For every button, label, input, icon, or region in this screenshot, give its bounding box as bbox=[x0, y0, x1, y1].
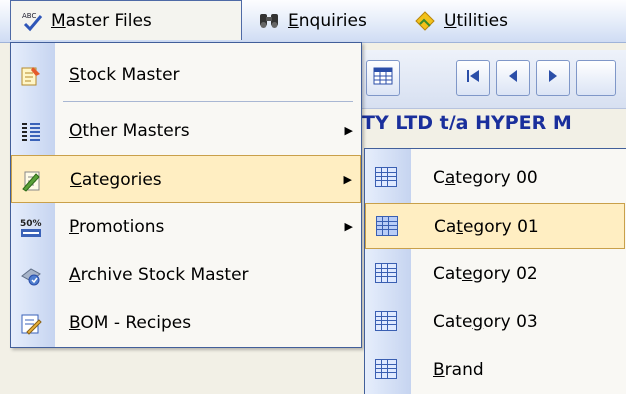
binoculars-icon bbox=[258, 10, 280, 32]
recipes-icon bbox=[19, 312, 43, 336]
menu-utilities[interactable]: Utilities bbox=[414, 0, 508, 42]
menu-item-label: Stock Master bbox=[69, 65, 180, 85]
submenu-item-label: Category 02 bbox=[433, 264, 538, 284]
menu-item-label: BOM - Recipes bbox=[69, 313, 192, 333]
menu-utilities-label: Utilities bbox=[444, 11, 508, 31]
submenu-item-label: Brand bbox=[433, 360, 484, 380]
submenu-item-category-03[interactable]: Category 03 bbox=[365, 299, 625, 345]
menu-item-other-masters[interactable]: Other Masters ▶ bbox=[11, 107, 361, 155]
background-company-title: TY LTD t/a HYPER M bbox=[362, 112, 572, 130]
menu-item-label: Other Masters bbox=[69, 121, 190, 141]
next-record-icon bbox=[545, 68, 561, 88]
grid-icon bbox=[375, 359, 397, 379]
grid-icon bbox=[375, 167, 397, 187]
grid-icon bbox=[375, 311, 397, 331]
last-record-button[interactable] bbox=[576, 60, 616, 96]
calendar-button[interactable] bbox=[366, 60, 400, 96]
stock-master-icon bbox=[19, 64, 43, 88]
master-files-dropdown: Stock Master Other Masters ▶ Categories … bbox=[10, 42, 362, 348]
svg-text:ABC: ABC bbox=[22, 12, 36, 20]
menu-item-label: Archive Stock Master bbox=[69, 265, 249, 285]
spell-check-icon: ABC bbox=[21, 10, 43, 32]
menu-enquiries-label: Enquiries bbox=[288, 11, 367, 31]
menu-item-promotions[interactable]: 50% Promotions ▶ bbox=[11, 203, 361, 251]
grid-icon bbox=[376, 216, 398, 236]
first-record-icon bbox=[465, 68, 481, 88]
calendar-icon bbox=[373, 67, 393, 89]
menu-item-label: Promotions bbox=[69, 217, 165, 237]
first-record-button[interactable] bbox=[456, 60, 490, 96]
menu-item-categories[interactable]: Categories ▶ bbox=[11, 155, 361, 203]
other-masters-icon bbox=[19, 120, 43, 144]
categories-icon bbox=[20, 169, 44, 193]
menu-separator bbox=[63, 101, 353, 102]
submenu-item-label: Category 00 bbox=[433, 168, 538, 188]
submenu-item-category-00[interactable]: Category 00 bbox=[365, 155, 625, 201]
background-toolbar bbox=[362, 50, 626, 109]
submenu-item-label: Category 03 bbox=[433, 312, 538, 332]
submenu-arrow-icon: ▶ bbox=[344, 124, 353, 137]
promotions-icon: 50% bbox=[19, 216, 43, 240]
menu-bar: ABC Master Files Enquiries Utilities bbox=[0, 0, 626, 43]
categories-submenu: Category 00 Category 01 Category 02 Cate… bbox=[364, 148, 626, 394]
menu-master-files[interactable]: ABC Master Files bbox=[10, 0, 242, 40]
menu-master-files-label: Master Files bbox=[51, 10, 152, 31]
menu-item-bom-recipes[interactable]: BOM - Recipes bbox=[11, 299, 361, 347]
submenu-item-brand[interactable]: Brand bbox=[365, 347, 625, 393]
menu-item-archive-stock-master[interactable]: Archive Stock Master bbox=[11, 251, 361, 299]
menu-enquiries[interactable]: Enquiries bbox=[258, 0, 367, 42]
svg-text:50%: 50% bbox=[20, 219, 42, 229]
submenu-arrow-icon: ▶ bbox=[343, 173, 352, 186]
archive-icon bbox=[19, 264, 43, 288]
utilities-diamond-icon bbox=[414, 10, 436, 32]
grid-icon bbox=[375, 263, 397, 283]
menu-item-label: Categories bbox=[70, 170, 162, 190]
submenu-item-label: Category 01 bbox=[434, 217, 539, 237]
submenu-item-category-02[interactable]: Category 02 bbox=[365, 251, 625, 297]
previous-record-button[interactable] bbox=[496, 60, 530, 96]
submenu-arrow-icon: ▶ bbox=[344, 220, 353, 233]
submenu-item-category-01[interactable]: Category 01 bbox=[365, 203, 625, 249]
menu-item-stock-master[interactable]: Stock Master bbox=[11, 51, 361, 99]
previous-record-icon bbox=[505, 68, 521, 88]
next-record-button[interactable] bbox=[536, 60, 570, 96]
